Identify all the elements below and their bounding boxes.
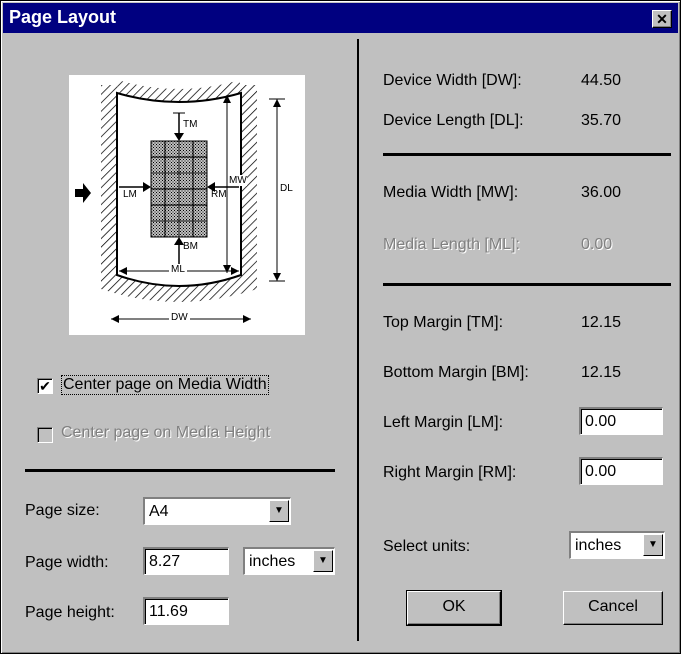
lm-label: LM [123, 189, 137, 200]
units-value: inches [575, 537, 622, 554]
right-margin-label: Right Margin [RM]: [383, 464, 517, 481]
page-height-input[interactable]: 11.69 [143, 597, 229, 625]
media-length-value: 0.00 [581, 236, 613, 253]
title-bar: Page Layout ✕ [3, 3, 678, 33]
tm-label: TM [183, 119, 198, 130]
top-margin-label: Top Margin [TM]: [383, 314, 504, 331]
device-length-label: Device Length [DL]: [383, 112, 524, 129]
center-height-checkbox [37, 427, 53, 443]
page-size-label: Page size: [25, 502, 100, 519]
media-divider [383, 283, 671, 286]
mw-label: MW [229, 175, 247, 186]
close-icon: ✕ [656, 11, 668, 27]
device-width-label: Device Width [DW]: [383, 72, 522, 89]
window-title: Page Layout [9, 7, 117, 27]
bottom-margin-label: Bottom Margin [BM]: [383, 364, 529, 381]
ml-label: ML [169, 264, 187, 275]
left-divider [25, 469, 335, 472]
bottom-margin-value: 12.15 [581, 364, 622, 381]
page-size-select[interactable]: A4 ▼ [143, 497, 291, 525]
bm-label: BM [183, 241, 198, 252]
layout-diagram-graphic [75, 80, 285, 323]
center-height-label: Center page on Media Height [61, 424, 271, 441]
device-length-value: 35.70 [581, 112, 622, 129]
media-width-label: Media Width [MW]: [383, 184, 519, 201]
page-width-units-value: inches [249, 553, 296, 570]
right-margin-input[interactable]: 0.00 [579, 457, 663, 485]
left-margin-label: Left Margin [LM]: [383, 414, 504, 431]
media-length-label: Media Length [ML]: [383, 236, 520, 253]
cancel-button[interactable]: Cancel [563, 591, 663, 625]
chevron-down-icon[interactable]: ▼ [643, 534, 663, 556]
page-width-units-select[interactable]: inches ▼ [243, 547, 335, 575]
vertical-divider [357, 39, 359, 641]
top-margin-value: 12.15 [581, 314, 622, 331]
close-button[interactable]: ✕ [652, 10, 672, 28]
dw-label: DW [169, 312, 190, 323]
page-layout-dialog: Page Layout ✕ TM BM LM RM MW DL ML DW ✔ … [0, 0, 681, 654]
page-size-value: A4 [149, 503, 169, 520]
device-width-value: 44.50 [581, 72, 622, 89]
center-width-label[interactable]: Center page on Media Width [61, 375, 269, 395]
chevron-down-icon[interactable]: ▼ [313, 550, 333, 572]
page-width-input[interactable]: 8.27 [143, 547, 229, 575]
center-width-checkbox[interactable]: ✔ [37, 378, 53, 394]
media-width-value: 36.00 [581, 184, 622, 201]
layout-diagram: TM BM LM RM MW DL ML DW [69, 75, 305, 335]
rm-label: RM [211, 189, 227, 200]
page-width-label: Page width: [25, 554, 109, 571]
feed-direction-icon [75, 183, 91, 203]
select-units-label: Select units: [383, 538, 471, 555]
left-margin-input[interactable]: 0.00 [579, 407, 663, 435]
units-select[interactable]: inches ▼ [569, 531, 665, 559]
device-divider [383, 153, 671, 156]
dl-label: DL [280, 183, 293, 194]
ok-button[interactable]: OK [406, 590, 502, 626]
page-height-label: Page height: [25, 604, 115, 621]
chevron-down-icon[interactable]: ▼ [269, 500, 289, 522]
